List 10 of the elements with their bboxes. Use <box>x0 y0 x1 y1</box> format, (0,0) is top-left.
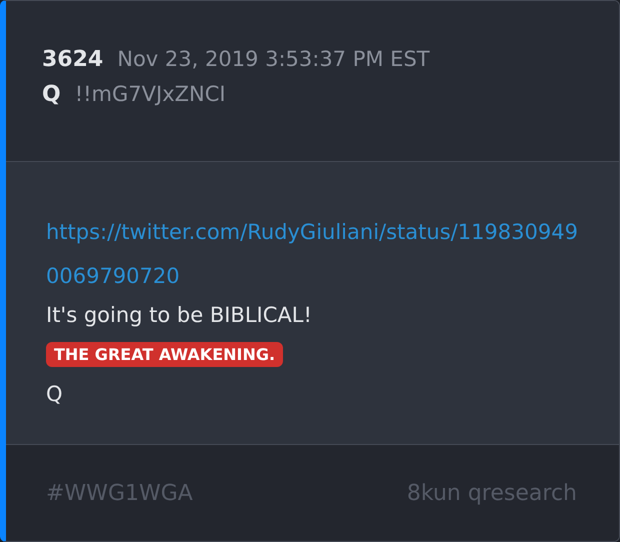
post-text: It's going to be BIBLICAL! <box>46 302 313 329</box>
author-name: Q <box>42 82 61 107</box>
tweet-link[interactable]: https://twitter.com/RudyGiuliani/status/1198309490069790720 <box>46 210 579 298</box>
source-label: 8kun qresearch <box>406 480 577 506</box>
post-text: Q <box>46 381 64 408</box>
post-timestamp: Nov 23, 2019 3:53:37 PM EST <box>117 47 430 71</box>
tripcode: !!mG7VJxZNCI <box>74 82 226 106</box>
highlight-tag: THE GREAT AWAKENING. <box>46 342 284 367</box>
hashtag: #WWG1WGA <box>46 480 193 506</box>
post-number: 3624 <box>42 47 104 72</box>
